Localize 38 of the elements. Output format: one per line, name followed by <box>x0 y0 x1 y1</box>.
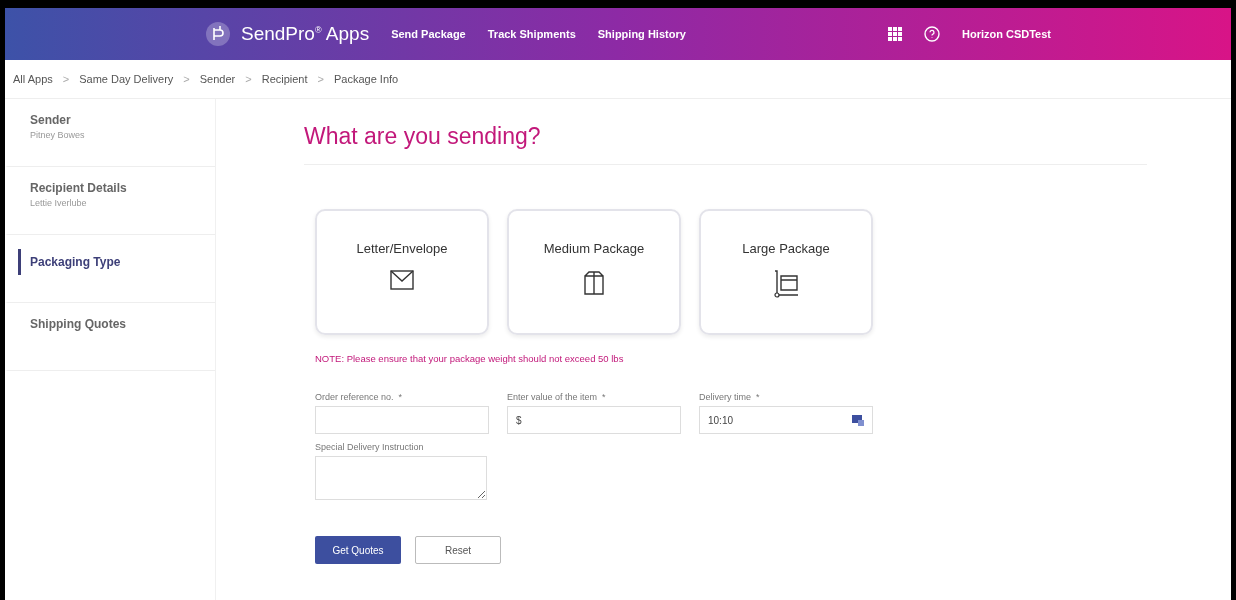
field-label: Special Delivery Instruction <box>315 442 425 452</box>
help-icon[interactable] <box>923 26 940 42</box>
breadcrumb-link[interactable]: Recipient <box>261 73 308 85</box>
nav-link[interactable]: Track Shipments <box>487 28 576 40</box>
breadcrumb-link[interactable]: All Apps <box>13 73 53 85</box>
hand-truck-icon <box>773 270 799 298</box>
breadcrumb-separator: > <box>62 73 70 85</box>
nav-link[interactable]: Send Package <box>391 28 466 40</box>
breadcrumb-link[interactable]: Sender <box>199 73 236 85</box>
breadcrumb-link[interactable]: Package Info <box>334 73 399 85</box>
input-field[interactable]: $ <box>507 406 681 434</box>
time-field[interactable]: 10:10 <box>699 406 873 434</box>
sidebar-item[interactable]: Sender Pitney Bowes <box>5 99 215 167</box>
field-label: Enter value of the item * <box>507 392 607 402</box>
nav-link[interactable]: Shipping History <box>597 28 686 40</box>
package-type-card[interactable]: Medium Package <box>507 209 681 335</box>
sidebar-item[interactable]: Shipping Quotes <box>5 303 215 371</box>
breadcrumb-separator: > <box>245 73 252 85</box>
apps-grid-icon[interactable] <box>887 27 902 41</box>
weight-note: NOTE: Please ensure that your package weight should not exceed 50 lbs <box>315 353 625 364</box>
field-label: Delivery time * <box>699 392 761 402</box>
user-name[interactable]: Horizon CSDTest <box>961 28 1051 40</box>
package-type-card[interactable]: Letter/Envelope <box>315 209 489 335</box>
page-title: What are you sending? <box>304 123 1147 165</box>
breadcrumb-separator: > <box>317 73 324 85</box>
envelope-icon <box>390 270 414 290</box>
box-icon <box>583 270 605 296</box>
breadcrumb-link[interactable]: Same Day Delivery <box>79 73 174 85</box>
input-field[interactable] <box>315 406 489 434</box>
app-title: SendPro$^{®}$ Apps <box>241 23 370 45</box>
field-label: Order reference no. * <box>315 392 404 402</box>
breadcrumb-separator: > <box>183 73 190 85</box>
instruction-field[interactable] <box>315 456 487 500</box>
logo-icon <box>205 21 231 47</box>
package-type-card[interactable]: Large Package <box>699 209 873 335</box>
reset-button[interactable]: Reset <box>415 536 501 564</box>
get-quotes-button[interactable]: Get Quotes <box>315 536 401 564</box>
calendar-icon[interactable] <box>852 414 864 426</box>
